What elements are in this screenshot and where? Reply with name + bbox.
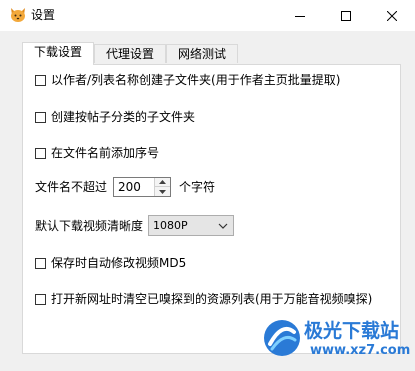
option-add-sequence-number[interactable]: 在文件名前添加序号 <box>35 145 159 161</box>
caret-up-icon <box>159 180 167 184</box>
filename-limit-value[interactable]: 200 <box>118 179 141 195</box>
clear-sniffed-list-label: 打开新网址时清空已嗅探到的资源列表(用于万能音视频嗅探) <box>51 292 373 306</box>
watermark-url: www.xz7.com <box>310 343 411 358</box>
window-title: 设置 <box>31 8 56 22</box>
filename-limit-spinbox[interactable]: 200 <box>113 177 172 197</box>
title-bar: 设置 <box>0 0 415 31</box>
resolution-selected-value: 1080P <box>153 219 188 232</box>
watermark-title: 极光下载站 <box>304 320 400 342</box>
option-create-author-folder[interactable]: 以作者/列表名称创建子文件夹(用于作者主页批量提取) <box>35 72 340 88</box>
option-filename-limit: 文件名不超过 200 个字符 <box>35 177 215 197</box>
close-icon <box>387 10 397 21</box>
spin-up-button[interactable] <box>155 178 171 187</box>
chevron-down-icon <box>218 223 228 229</box>
minimize-icon <box>295 15 305 17</box>
create-category-folder-checkbox[interactable] <box>35 111 46 123</box>
site-watermark: 极光下载站 www.xz7.com <box>262 316 412 364</box>
option-create-category-folder[interactable]: 创建按帖子分类的子文件夹 <box>35 109 195 125</box>
settings-window: 设置 下载设置 代理设置 网络测试 以作者/列表名称创建子文件夹(用于作者主页批… <box>0 0 415 371</box>
caret-down-icon <box>159 189 167 194</box>
tab-proxy-settings[interactable]: 代理设置 <box>94 44 166 63</box>
create-author-folder-label: 以作者/列表名称创建子文件夹(用于作者主页批量提取) <box>51 73 341 87</box>
filename-limit-unit: 个字符 <box>179 180 216 194</box>
default-resolution-label: 默认下载视频清晰度 <box>35 218 144 233</box>
create-author-folder-checkbox[interactable] <box>35 74 46 86</box>
clear-sniffed-list-checkbox[interactable] <box>35 293 46 305</box>
tab-download-settings[interactable]: 下载设置 <box>22 42 94 65</box>
resolution-dropdown[interactable]: 1080P <box>148 215 235 236</box>
add-sequence-number-label: 在文件名前添加序号 <box>51 146 160 160</box>
option-default-resolution: 默认下载视频清晰度 1080P <box>35 215 235 236</box>
filename-limit-label: 文件名不超过 <box>35 180 108 194</box>
auto-modify-md5-label: 保存时自动修改视频MD5 <box>51 256 187 270</box>
spin-down-button[interactable] <box>155 187 170 196</box>
option-auto-modify-md5[interactable]: 保存时自动修改视频MD5 <box>35 255 186 271</box>
maximize-icon <box>341 10 351 21</box>
create-category-folder-label: 创建按帖子分类的子文件夹 <box>51 110 196 124</box>
add-sequence-number-checkbox[interactable] <box>35 147 46 159</box>
close-button[interactable] <box>369 0 415 31</box>
cat-face-icon <box>11 8 25 22</box>
auto-modify-md5-checkbox[interactable] <box>35 257 46 269</box>
spin-arrows <box>154 178 171 196</box>
option-clear-sniffed-list[interactable]: 打开新网址时清空已嗅探到的资源列表(用于万能音视频嗅探) <box>35 291 372 307</box>
maximize-button[interactable] <box>323 0 369 31</box>
minimize-button[interactable] <box>277 0 323 31</box>
aurora-logo-icon <box>264 320 300 356</box>
tab-network-test[interactable]: 网络测试 <box>166 44 238 63</box>
download-settings-panel: 以作者/列表名称创建子文件夹(用于作者主页批量提取) 创建按帖子分类的子文件夹 … <box>22 64 401 354</box>
